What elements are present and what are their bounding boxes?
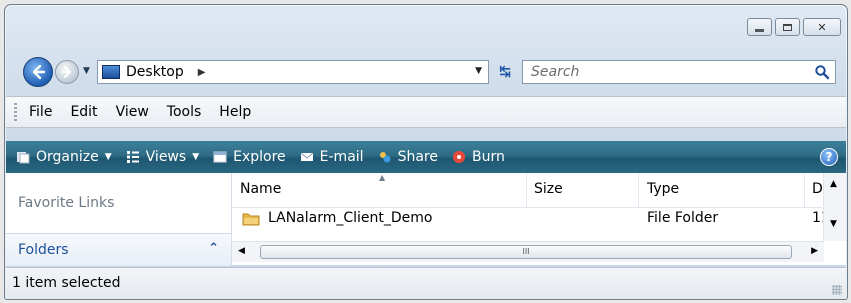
folders-bar[interactable]: Folders ⌃ [6, 233, 231, 266]
column-divider[interactable] [804, 173, 805, 207]
favorite-links-heading[interactable]: Favorite Links [18, 195, 114, 211]
desktop-icon [102, 65, 120, 79]
horizontal-scrollbar[interactable]: ◀ III ▶ [232, 241, 824, 262]
file-name[interactable]: LANalarm_Client_Demo [268, 210, 433, 226]
views-icon [126, 151, 139, 163]
share-icon [379, 152, 391, 163]
views-button[interactable]: Views ▼ [126, 149, 199, 165]
scroll-up-icon[interactable]: ▲ [830, 179, 837, 189]
status-text: 1 item selected [12, 275, 121, 291]
vertical-scrollbar[interactable]: ▲ ▼ [823, 173, 846, 241]
address-dropdown-icon[interactable]: ▼ [475, 66, 482, 76]
explore-label: Explore [233, 149, 286, 165]
burn-disc-icon [452, 151, 465, 163]
column-divider[interactable] [638, 173, 639, 207]
maximize-icon [783, 23, 792, 31]
resize-grip[interactable] [832, 285, 842, 295]
sort-ascending-icon: ▲ [379, 173, 386, 182]
views-dropdown-icon: ▼ [192, 152, 200, 162]
column-header-name[interactable]: Name [240, 181, 281, 197]
scrollbar-thumb[interactable]: III [260, 245, 792, 259]
scroll-left-icon[interactable]: ◀ [238, 246, 245, 256]
search-input[interactable]: Search [522, 60, 836, 84]
email-icon [300, 152, 313, 161]
menu-edit[interactable]: Edit [70, 104, 97, 120]
menu-help[interactable]: Help [219, 104, 251, 120]
address-location[interactable]: Desktop [126, 64, 184, 80]
menu-file[interactable]: File [29, 104, 52, 120]
menu-bar: File Edit View Tools Help [6, 96, 846, 128]
file-list: ▲ Name Size Type Da LANalarm_Client_Demo… [232, 173, 846, 265]
refresh-icon: ↹ [499, 64, 511, 80]
caption-buttons: ✕ [747, 18, 841, 36]
explore-icon [213, 151, 227, 163]
content-area: Favorite Links Folders ⌃ ▲ Name Size Typ… [6, 173, 846, 266]
chevron-up-icon[interactable]: ⌃ [208, 241, 219, 256]
views-label: Views [145, 149, 187, 165]
search-icon[interactable] [814, 64, 830, 80]
forward-button[interactable] [55, 60, 79, 84]
navigation-pane: Favorite Links Folders ⌃ [6, 173, 232, 266]
file-type: File Folder [647, 210, 719, 226]
share-label: Share [397, 149, 438, 165]
column-headers: ▲ Name Size Type Da [232, 173, 831, 208]
close-icon: ✕ [817, 20, 827, 34]
burn-label: Burn [471, 149, 505, 165]
email-label: E-mail [319, 149, 364, 165]
back-button[interactable] [23, 57, 53, 87]
menu-tools[interactable]: Tools [167, 104, 202, 120]
address-bar[interactable]: Desktop ▶ ▼ [97, 60, 489, 84]
share-button[interactable]: Share [378, 149, 438, 165]
forward-arrow-icon [61, 66, 71, 78]
folders-label[interactable]: Folders [18, 242, 69, 258]
search-placeholder: Search [531, 64, 580, 80]
navigation-row: ▼ Desktop ▶ ▼ ↹ Search [23, 55, 843, 89]
column-header-size[interactable]: Size [534, 181, 563, 197]
maximize-button[interactable] [775, 18, 800, 36]
minimize-icon [755, 28, 764, 32]
burn-button[interactable]: Burn [452, 149, 505, 165]
command-bar: Organize ▼ Views ▼ Explore E-mail Share … [6, 141, 846, 173]
menu-view[interactable]: View [116, 104, 149, 120]
column-header-type[interactable]: Type [647, 181, 679, 197]
scroll-right-icon[interactable]: ▶ [811, 246, 818, 256]
help-icon[interactable]: ? [820, 148, 838, 166]
explore-button[interactable]: Explore [213, 149, 286, 165]
explorer-window: ✕ ▼ Desktop ▶ ▼ ↹ Search File Edit View … [4, 4, 848, 300]
organize-dropdown-icon: ▼ [104, 152, 112, 162]
menu-grip [14, 103, 17, 121]
column-divider[interactable] [526, 173, 527, 207]
organize-icon [17, 152, 30, 164]
minimize-button[interactable] [747, 18, 772, 36]
organize-label: Organize [36, 149, 99, 165]
close-button[interactable]: ✕ [803, 18, 841, 36]
back-arrow-icon [32, 64, 46, 80]
refresh-button[interactable]: ↹ [491, 60, 519, 84]
email-button[interactable]: E-mail [300, 149, 364, 165]
status-bar: 1 item selected [6, 267, 846, 299]
recent-pages-dropdown[interactable]: ▼ [83, 66, 90, 76]
table-row[interactable]: LANalarm_Client_Demo File Folder 11 [232, 208, 830, 230]
breadcrumb-chevron-icon[interactable]: ▶ [198, 67, 206, 78]
scroll-down-icon[interactable]: ▼ [830, 219, 837, 229]
organize-button[interactable]: Organize ▼ [16, 149, 112, 165]
folder-icon [242, 213, 260, 226]
